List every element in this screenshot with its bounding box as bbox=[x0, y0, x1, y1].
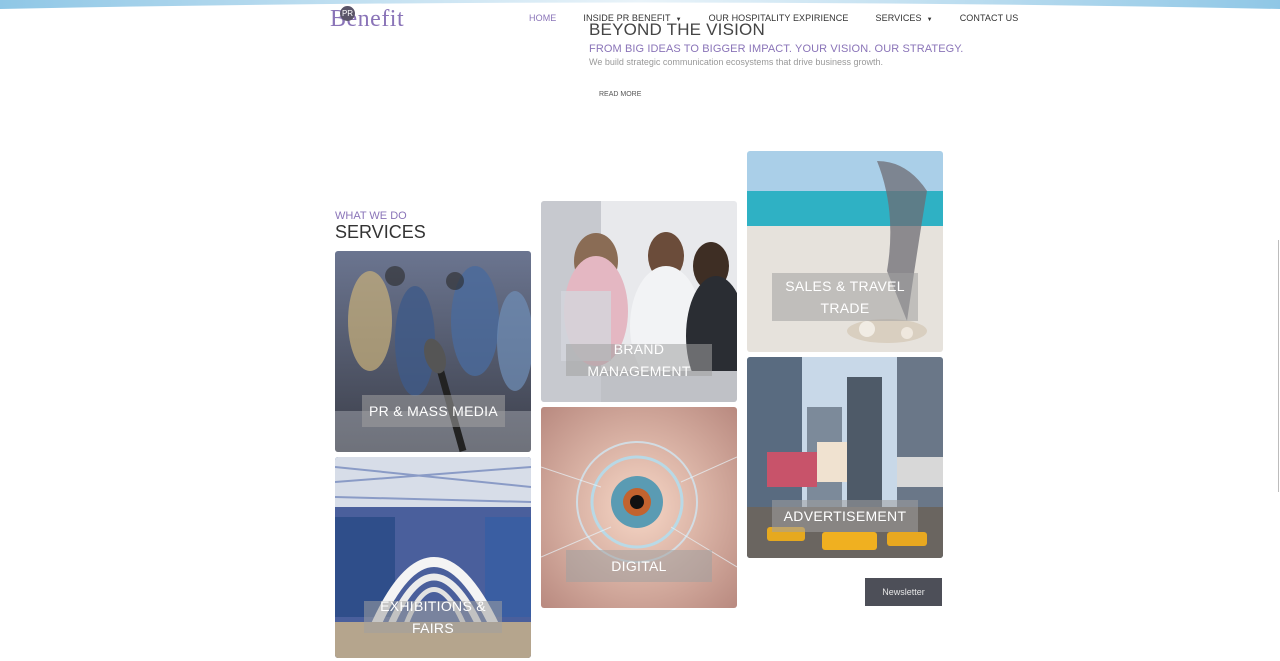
service-tile-advertisement[interactable]: ADVERTISEMENT bbox=[747, 357, 943, 558]
nav-item-services[interactable]: SERVICES ▼ bbox=[875, 13, 932, 23]
services-eyebrow: WHAT WE DO bbox=[335, 210, 407, 222]
brand-logo[interactable]: Benefit PR bbox=[330, 4, 410, 32]
beach-coral-photo bbox=[747, 151, 943, 352]
service-tile-label: SALES & TRAVEL TRADE bbox=[772, 273, 918, 321]
service-tile-brand-management[interactable]: BRAND MANAGEMENT bbox=[541, 201, 737, 402]
brand-badge: PR bbox=[340, 6, 355, 21]
service-tile-label: BRAND MANAGEMENT bbox=[566, 341, 712, 379]
services-title: SERVICES bbox=[335, 222, 426, 242]
service-tile-label: PR & MASS MEDIA bbox=[362, 395, 505, 427]
read-more-link[interactable]: READ MORE bbox=[599, 91, 641, 98]
hero-title: BEYOND THE VISION bbox=[589, 20, 765, 39]
service-tile-label: DIGITAL bbox=[566, 550, 712, 582]
hero-subtitle: FROM BIG IDEAS TO BIGGER IMPACT. YOUR VI… bbox=[589, 43, 964, 55]
hero-description: We build strategic communication ecosyst… bbox=[589, 57, 883, 67]
nav-item-label: SERVICES bbox=[875, 13, 922, 23]
service-tile-digital[interactable]: DIGITAL bbox=[541, 407, 737, 608]
top-wave-decoration bbox=[0, 0, 1280, 10]
nav-item-contact-us[interactable]: CONTACT US bbox=[960, 13, 1019, 23]
newsletter-button[interactable]: Newsletter bbox=[865, 578, 942, 606]
nav-item-home[interactable]: HOME bbox=[529, 13, 556, 23]
nav-item-label: CONTACT US bbox=[959, 13, 1019, 23]
scrollbar-track[interactable] bbox=[1278, 240, 1279, 492]
service-tile-label: ADVERTISEMENT bbox=[772, 500, 918, 532]
caret-down-icon: ▼ bbox=[926, 17, 933, 23]
service-tile-label: EXHIBITIONS & FAIRS bbox=[364, 598, 502, 636]
service-tile-pr-mass-media[interactable]: PR & MASS MEDIA bbox=[335, 251, 531, 452]
service-tile-exhibitions-fairs[interactable]: EXHIBITIONS & FAIRS bbox=[335, 457, 531, 658]
nav-item-label: HOME bbox=[529, 13, 557, 23]
service-tile-sales-travel-trade[interactable]: SALES & TRAVEL TRADE bbox=[747, 151, 943, 352]
